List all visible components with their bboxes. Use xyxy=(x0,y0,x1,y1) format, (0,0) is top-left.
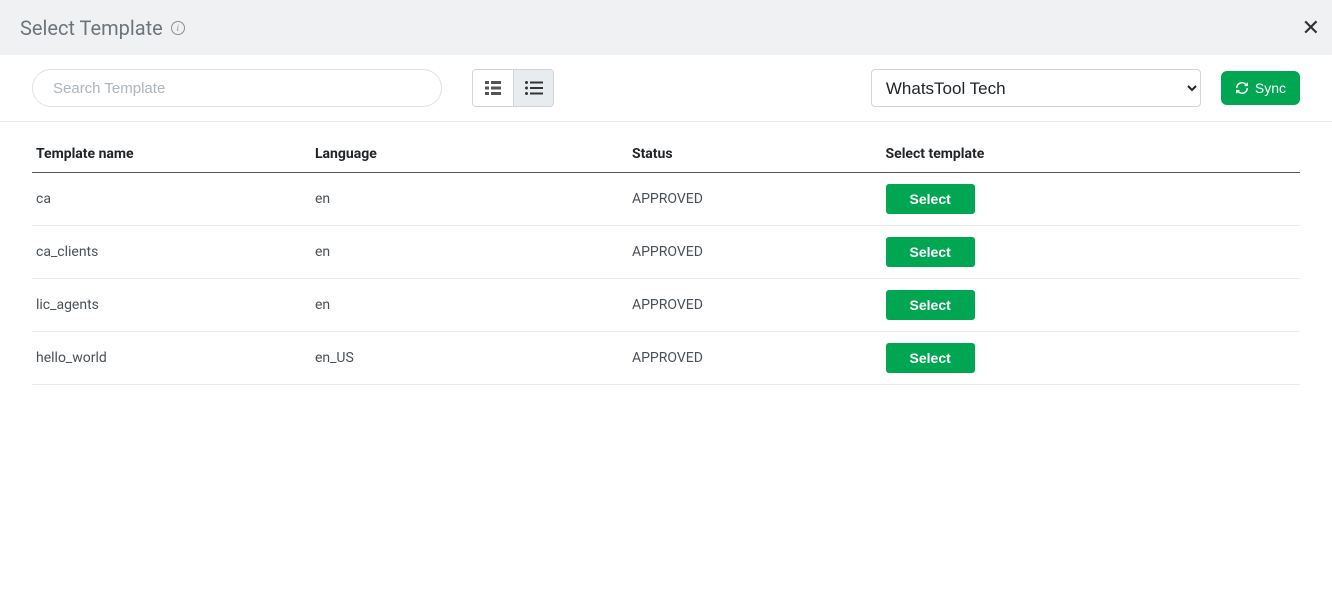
templates-table: Template name Language Status Select tem… xyxy=(32,132,1300,385)
cell-language: en xyxy=(311,226,628,279)
cell-status: APPROVED xyxy=(628,332,882,385)
table-row: hello_worlden_USAPPROVEDSelect xyxy=(32,332,1300,385)
select-button[interactable]: Select xyxy=(886,290,975,320)
cell-status: APPROVED xyxy=(628,279,882,332)
select-button[interactable]: Select xyxy=(886,184,975,214)
cell-language: en_US xyxy=(311,332,628,385)
grid-view-button[interactable] xyxy=(473,70,513,106)
select-button[interactable]: Select xyxy=(886,343,975,373)
grid-icon xyxy=(485,81,501,95)
sync-icon xyxy=(1235,81,1249,95)
search-input[interactable] xyxy=(32,69,442,107)
modal-header: Select Template i ✕ xyxy=(0,0,1332,55)
table-row: ca_clientsenAPPROVEDSelect xyxy=(32,226,1300,279)
sync-label: Sync xyxy=(1255,80,1286,96)
cell-template-name: ca xyxy=(32,173,311,226)
cell-select: Select xyxy=(882,332,1300,385)
cell-language: en xyxy=(311,173,628,226)
col-template-name: Template name xyxy=(32,132,311,173)
close-button[interactable]: ✕ xyxy=(1302,17,1320,39)
toolbar: WhatsTool Tech Sync xyxy=(0,55,1332,122)
table-row: lic_agentsenAPPROVEDSelect xyxy=(32,279,1300,332)
list-icon xyxy=(525,81,543,95)
table-row: caenAPPROVEDSelect xyxy=(32,173,1300,226)
cell-status: APPROVED xyxy=(628,173,882,226)
view-toggle xyxy=(472,69,554,107)
sync-button[interactable]: Sync xyxy=(1221,71,1300,105)
table-header-row: Template name Language Status Select tem… xyxy=(32,132,1300,173)
info-icon[interactable]: i xyxy=(171,21,185,35)
list-view-button[interactable] xyxy=(513,70,553,106)
col-select: Select template xyxy=(882,132,1300,173)
cell-select: Select xyxy=(882,226,1300,279)
cell-template-name: lic_agents xyxy=(32,279,311,332)
cell-template-name: ca_clients xyxy=(32,226,311,279)
col-language: Language xyxy=(311,132,628,173)
content-area: Template name Language Status Select tem… xyxy=(0,122,1332,395)
cell-select: Select xyxy=(882,279,1300,332)
cell-select: Select xyxy=(882,173,1300,226)
page-title-text: Select Template xyxy=(20,16,163,40)
close-icon: ✕ xyxy=(1302,15,1320,40)
account-dropdown[interactable]: WhatsTool Tech xyxy=(871,69,1201,107)
cell-language: en xyxy=(311,279,628,332)
page-title: Select Template i xyxy=(20,16,185,40)
col-status: Status xyxy=(628,132,882,173)
select-button[interactable]: Select xyxy=(886,237,975,267)
cell-template-name: hello_world xyxy=(32,332,311,385)
cell-status: APPROVED xyxy=(628,226,882,279)
